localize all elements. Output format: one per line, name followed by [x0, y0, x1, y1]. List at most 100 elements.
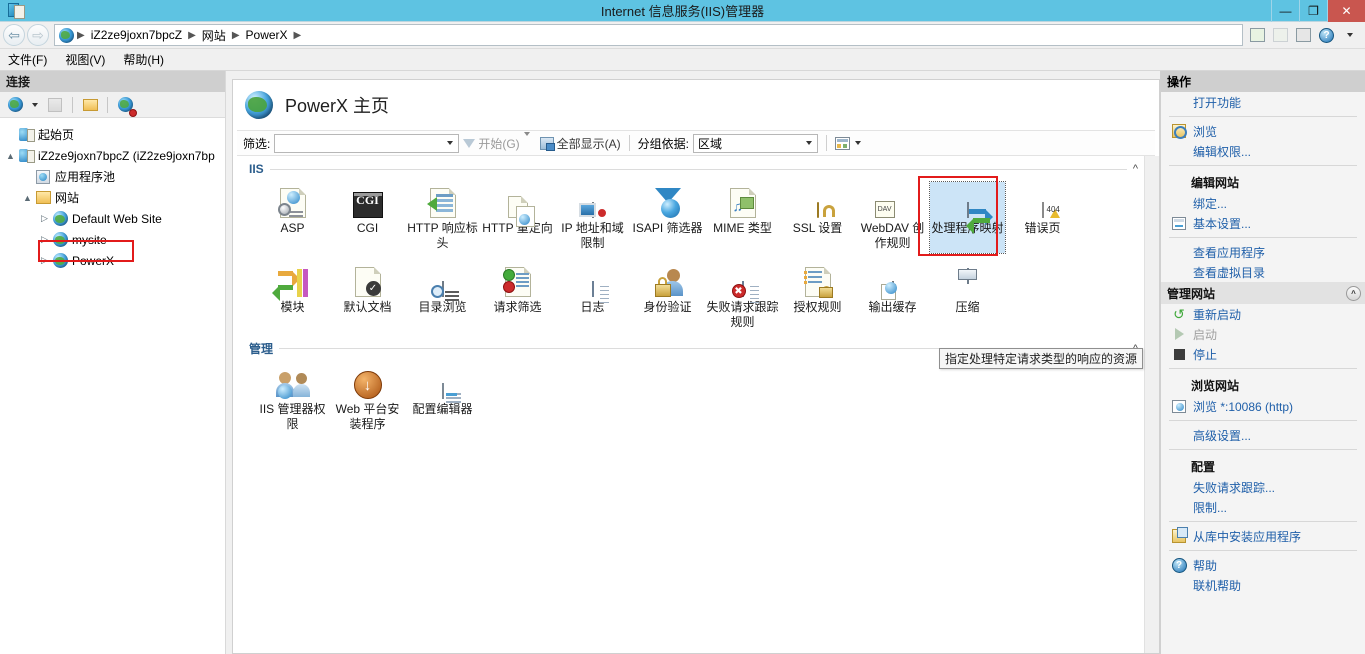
- action-browse-site[interactable]: 浏览 *:10086 (http): [1161, 396, 1365, 416]
- action-browse[interactable]: 浏览: [1161, 121, 1365, 141]
- back-arrow-icon[interactable]: ⇦: [3, 24, 25, 46]
- feature-http-redirect[interactable]: HTTP 重定向: [480, 182, 555, 253]
- action-basic-settings[interactable]: 基本设置...: [1161, 213, 1365, 233]
- home-icon[interactable]: [1293, 25, 1314, 46]
- feature-compression[interactable]: 压缩: [930, 261, 1005, 332]
- action-item[interactable]: 打开功能: [1161, 92, 1365, 112]
- filter-input[interactable]: [274, 134, 459, 153]
- action-item[interactable]: 绑定...: [1161, 193, 1365, 213]
- action-item[interactable]: 限制...: [1161, 497, 1365, 517]
- menu-item-view[interactable]: 视图(V): [65, 51, 105, 68]
- open-connection-icon[interactable]: [79, 94, 101, 116]
- chevron-down-icon[interactable]: [802, 141, 815, 145]
- connections-toolbar: [0, 92, 225, 118]
- action-item[interactable]: 高级设置...: [1161, 425, 1365, 445]
- tree-item-网站[interactable]: ▲网站: [4, 187, 225, 208]
- address-bar: ⇦ ⇨ ▶ iZ2ze9joxn7bpcZ ▶ 网站 ▶ PowerX ▶ ?: [0, 22, 1365, 49]
- breadcrumb-item-site[interactable]: PowerX: [243, 27, 291, 43]
- chevron-up-icon[interactable]: ^: [1346, 286, 1361, 301]
- tree-item-Default[interactable]: ▷Default Web Site: [4, 208, 225, 229]
- delete-connection-icon[interactable]: [114, 94, 136, 116]
- tree-item-起始页[interactable]: 起始页: [4, 124, 225, 145]
- action-item[interactable]: 查看应用程序: [1161, 242, 1365, 262]
- refresh-icon[interactable]: [1247, 25, 1268, 46]
- actions-list: 打开功能浏览编辑权限... 编辑网站绑定...基本设置... 查看应用程序查看虚拟目…: [1161, 92, 1365, 595]
- tree-expander-icon[interactable]: ▲: [4, 151, 17, 161]
- feature-request-filtering[interactable]: 请求筛选: [480, 261, 555, 332]
- menu-bar: 文件(F) 视图(V) 帮助(H): [0, 49, 1365, 71]
- feature-web-platform-installer[interactable]: ↓Web 平台安装程序: [330, 363, 405, 434]
- action-stop[interactable]: 停止: [1161, 344, 1365, 364]
- minimize-button[interactable]: —: [1271, 0, 1299, 22]
- action-item[interactable]: 失败请求跟踪...: [1161, 477, 1365, 497]
- group-by-select[interactable]: 区域: [693, 134, 818, 153]
- action-help[interactable]: ?帮助: [1161, 555, 1365, 575]
- chevron-down-icon[interactable]: [29, 94, 41, 116]
- feature-failed-request-tracing-rules[interactable]: ✖失败请求跟踪规则: [705, 261, 780, 332]
- actions-group-title: 编辑网站: [1161, 170, 1365, 193]
- breadcrumb-item-server[interactable]: iZ2ze9joxn7bpcZ: [88, 27, 185, 43]
- tree-expander-icon[interactable]: ▲: [21, 193, 34, 203]
- feature-output-caching[interactable]: 输出缓存: [855, 261, 930, 332]
- action-label: 从库中安装应用程序: [1193, 528, 1301, 545]
- feature-asp[interactable]: ASP: [255, 182, 330, 253]
- show-all-button[interactable]: 全部显示(A): [540, 135, 621, 152]
- feature-configuration-editor[interactable]: 配置编辑器: [405, 363, 480, 434]
- filter-label: 筛选:: [237, 135, 270, 152]
- actions-group-title: 配置: [1161, 454, 1365, 477]
- feature-authentication[interactable]: 身份验证: [630, 261, 705, 332]
- tree-expander-icon[interactable]: ▷: [38, 213, 51, 224]
- connect-to-server-icon[interactable]: [4, 94, 26, 116]
- action-item[interactable]: 查看虚拟目录: [1161, 262, 1365, 282]
- feature-default-document[interactable]: ✓默认文档: [330, 261, 405, 332]
- help-icon[interactable]: ?: [1316, 25, 1337, 46]
- feature-logging[interactable]: 日志: [555, 261, 630, 332]
- view-mode-button[interactable]: [835, 137, 861, 150]
- action-item[interactable]: 联机帮助: [1161, 575, 1365, 595]
- actions-header: 操作: [1161, 71, 1365, 92]
- chevron-down-icon[interactable]: [443, 141, 456, 145]
- toolbar-divider: [826, 135, 827, 151]
- tree-item-label: 应用程序池: [52, 168, 115, 185]
- breadcrumb-item-sites[interactable]: 网站: [199, 26, 229, 45]
- actions-pane: 操作 打开功能浏览编辑权限... 编辑网站绑定...基本设置... 查看应用程序查看…: [1160, 71, 1365, 654]
- globe-icon: [245, 91, 273, 119]
- feature-error-pages[interactable]: 404错误页: [1005, 182, 1080, 253]
- restore-button[interactable]: ❐: [1299, 0, 1327, 22]
- menu-item-file[interactable]: 文件(F): [8, 51, 47, 68]
- feature-http-response-headers[interactable]: HTTP 响应标头: [405, 182, 480, 253]
- tree-item-iZ2ze9joxn7bpcZ[interactable]: ▲iZ2ze9joxn7bpcZ (iZ2ze9joxn7bp: [4, 145, 225, 166]
- menu-item-help[interactable]: 帮助(H): [123, 51, 164, 68]
- feature-isapi-filters[interactable]: ISAPI 筛选器: [630, 182, 705, 253]
- close-button[interactable]: ✕: [1327, 0, 1365, 22]
- app-pools-icon: [34, 170, 52, 184]
- action-label: 查看应用程序: [1193, 244, 1265, 261]
- feature-ssl-settings[interactable]: SSL 设置: [780, 182, 855, 253]
- filter-go-button[interactable]: 开始(G): [463, 135, 519, 152]
- feature-modules[interactable]: 模块: [255, 261, 330, 332]
- feature-directory-browsing[interactable]: 目录浏览: [405, 261, 480, 332]
- tree-item-应用程序池[interactable]: 应用程序池: [4, 166, 225, 187]
- globe-icon: [59, 28, 74, 43]
- connections-pane: 连接 起始页▲iZ2ze9joxn7bpcZ (iZ2ze9joxn7bp应用程…: [0, 71, 226, 654]
- content-scrollbar[interactable]: [1144, 156, 1159, 653]
- feature-label: Web 平台安装程序: [331, 402, 404, 432]
- filter-go-label: 开始(G): [478, 135, 519, 152]
- feature-mime-types[interactable]: ♫MIME 类型: [705, 182, 780, 253]
- feature-label: ISAPI 筛选器: [632, 221, 702, 236]
- chevron-down-icon[interactable]: [1339, 25, 1360, 46]
- action-item[interactable]: 编辑权限...: [1161, 141, 1365, 161]
- chevron-up-icon[interactable]: ^: [1133, 163, 1138, 175]
- feature-iis-manager-permissions[interactable]: IIS 管理器权限: [255, 363, 330, 434]
- action-restart[interactable]: ↺重新启动: [1161, 304, 1365, 324]
- iis-manager-icon: [4, 1, 28, 21]
- start-icon: [1169, 328, 1189, 340]
- breadcrumb[interactable]: ▶ iZ2ze9joxn7bpcZ ▶ 网站 ▶ PowerX ▶: [54, 24, 1243, 46]
- feature-view: PowerX 主页 筛选: 开始(G) 全部显示(A) 分组依据:: [232, 79, 1160, 654]
- feature-authorization-rules[interactable]: 授权规则: [780, 261, 855, 332]
- feature-group-title: IIS: [249, 162, 264, 176]
- chevron-down-icon[interactable]: [524, 136, 536, 150]
- feature-ip-address-domain-restrictions[interactable]: IP 地址和域限制: [555, 182, 630, 253]
- feature-cgi[interactable]: CGICGI: [330, 182, 405, 253]
- action-gallery[interactable]: 从库中安装应用程序: [1161, 526, 1365, 546]
